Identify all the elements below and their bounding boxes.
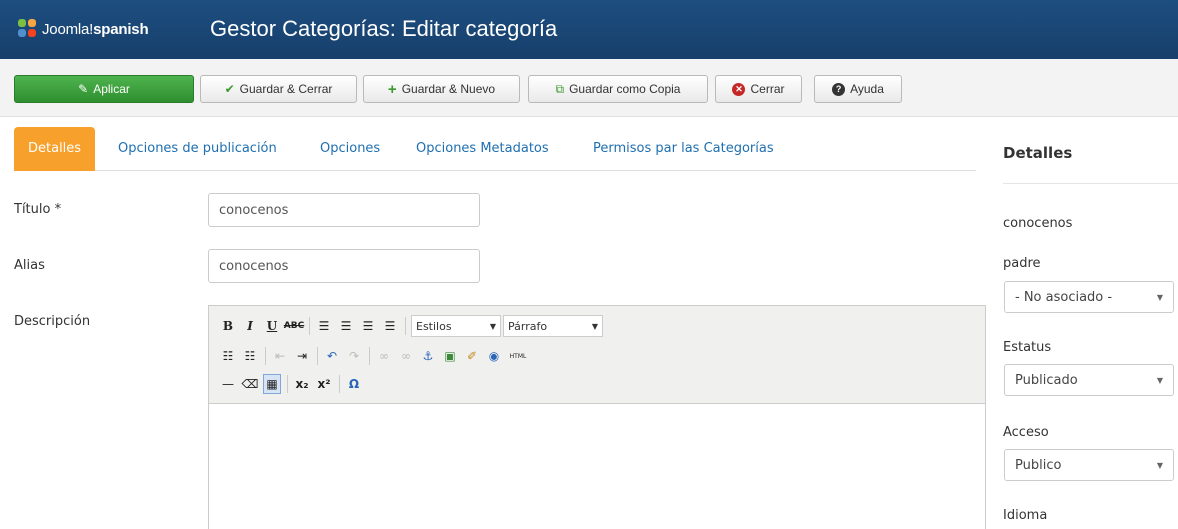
status-select-value: Publicado: [1015, 372, 1078, 388]
title-input[interactable]: conocenos: [208, 193, 480, 227]
toolbar-separator: [309, 317, 310, 335]
undo-icon[interactable]: ↶: [323, 346, 341, 366]
indent-icon[interactable]: ⇥: [293, 346, 311, 366]
html-button[interactable]: HTML: [507, 346, 529, 366]
bold-button[interactable]: B: [219, 316, 237, 336]
editor-toolbar: B I U ABC ☰ ☰ ☰ ☰ Estilos ▼ Párrafo ▼ ☷ ☷ …: [209, 306, 985, 404]
logo-text: Joomla!spanish: [42, 20, 149, 38]
horizontal-rule-icon[interactable]: —: [219, 374, 237, 394]
chevron-down-icon: ▼: [1156, 460, 1163, 470]
sidebar-item-name: conocenos: [1003, 216, 1073, 231]
check-icon: ✔: [224, 82, 235, 96]
anchor-icon[interactable]: ⚓: [419, 346, 437, 366]
tab-details[interactable]: Detalles: [14, 127, 96, 171]
alias-label: Alias: [14, 258, 45, 273]
toolbar: ✎ Aplicar ✔ Guardar & Cerrar + Guardar &…: [0, 59, 1178, 117]
joomla-logo-icon: [18, 19, 38, 39]
tab-options[interactable]: Opciones: [320, 127, 380, 171]
table-icon[interactable]: ▦: [263, 374, 281, 394]
apply-label: Aplicar: [93, 82, 130, 96]
toolbar-separator: [317, 347, 318, 365]
bullet-list-icon[interactable]: ☷: [219, 346, 237, 366]
question-icon: ?: [832, 82, 846, 96]
toolbar-separator: [339, 375, 340, 393]
tab-bar: Detalles Opciones de publicación Opcione…: [14, 127, 976, 171]
save-copy-label: Guardar como Copia: [569, 82, 681, 96]
page-title: Gestor Categorías: Editar categoría: [210, 16, 558, 41]
outdent-icon[interactable]: ⇤: [271, 346, 289, 366]
tab-publishing-options[interactable]: Opciones de publicación: [118, 127, 277, 171]
editor-content-area[interactable]: [209, 405, 985, 529]
unlink-icon[interactable]: ∞: [397, 346, 415, 366]
styles-select-value: Estilos: [416, 319, 452, 333]
chevron-down-icon: ▼: [591, 321, 598, 331]
title-label: Título *: [14, 202, 62, 217]
strikethrough-button[interactable]: ABC: [284, 316, 304, 336]
help-label: Ayuda: [850, 82, 884, 96]
superscript-icon[interactable]: x²: [315, 374, 333, 394]
toolbar-separator: [287, 375, 288, 393]
copy-icon: ⧉: [555, 81, 565, 96]
save-close-label: Guardar & Cerrar: [239, 82, 333, 96]
sidebar-divider: [1003, 183, 1178, 184]
special-character-icon[interactable]: Ω: [345, 374, 363, 394]
toolbar-separator: [405, 317, 406, 335]
cleanup-icon[interactable]: ✐: [463, 346, 481, 366]
chevron-down-icon: ▼: [489, 321, 496, 331]
save-new-label: Guardar & Nuevo: [401, 82, 496, 96]
align-left-icon[interactable]: ☰: [315, 316, 333, 336]
tab-category-permissions[interactable]: Permisos par las Categorías: [593, 127, 774, 171]
description-editor: B I U ABC ☰ ☰ ☰ ☰ Estilos ▼ Párrafo ▼ ☷ ☷ …: [208, 305, 986, 529]
chevron-down-icon: ▼: [1156, 375, 1163, 385]
toolbar-separator: [265, 347, 266, 365]
toolbar-separator: [369, 347, 370, 365]
parent-label: padre: [1003, 256, 1041, 271]
plus-icon: +: [387, 80, 397, 98]
alias-input[interactable]: conocenos: [208, 249, 480, 283]
align-justify-icon[interactable]: ☰: [381, 316, 399, 336]
align-center-icon[interactable]: ☰: [337, 316, 355, 336]
alias-value: conocenos: [219, 258, 289, 274]
save-new-button[interactable]: + Guardar & Nuevo: [363, 75, 520, 103]
title-value: conocenos: [219, 202, 289, 218]
image-icon[interactable]: ▣: [441, 346, 459, 366]
subscript-icon[interactable]: x₂: [293, 374, 311, 394]
parent-select-value: - No asociado -: [1015, 289, 1113, 305]
italic-button[interactable]: I: [241, 316, 259, 336]
align-right-icon[interactable]: ☰: [359, 316, 377, 336]
tab-metadata-options[interactable]: Opciones Metadatos: [416, 127, 549, 171]
status-label: Estatus: [1003, 340, 1052, 355]
close-button[interactable]: ✕ Cerrar: [715, 75, 802, 103]
apply-button[interactable]: ✎ Aplicar: [14, 75, 194, 103]
underline-button[interactable]: U: [263, 316, 281, 336]
numbered-list-icon[interactable]: ☷: [241, 346, 259, 366]
format-select[interactable]: Párrafo ▼: [503, 315, 603, 337]
save-close-button[interactable]: ✔ Guardar & Cerrar: [200, 75, 357, 103]
edit-icon: ✎: [78, 82, 89, 96]
description-label: Descripción: [14, 314, 91, 329]
help-circle-icon[interactable]: ◉: [485, 346, 503, 366]
access-select-value: Publico: [1015, 457, 1062, 473]
eraser-icon[interactable]: ⌫: [241, 374, 259, 394]
access-label: Acceso: [1003, 425, 1049, 440]
language-label: Idioma: [1003, 508, 1048, 523]
app-header: Joomla!spanish Gestor Categorías: Editar…: [0, 0, 1178, 59]
status-select[interactable]: Publicado ▼: [1004, 364, 1174, 396]
help-button[interactable]: ? Ayuda: [814, 75, 902, 103]
sidebar-title: Detalles: [1003, 144, 1073, 162]
access-select[interactable]: Publico ▼: [1004, 449, 1174, 481]
format-select-value: Párrafo: [508, 319, 548, 333]
parent-select[interactable]: - No asociado - ▼: [1004, 281, 1174, 313]
redo-icon[interactable]: ↷: [345, 346, 363, 366]
save-copy-button[interactable]: ⧉ Guardar como Copia: [528, 75, 708, 103]
styles-select[interactable]: Estilos ▼: [411, 315, 501, 337]
link-icon[interactable]: ∞: [375, 346, 393, 366]
joomla-logo[interactable]: Joomla!spanish: [18, 14, 149, 44]
close-label: Cerrar: [750, 82, 785, 96]
close-icon: ✕: [732, 82, 746, 96]
chevron-down-icon: ▼: [1156, 292, 1163, 302]
